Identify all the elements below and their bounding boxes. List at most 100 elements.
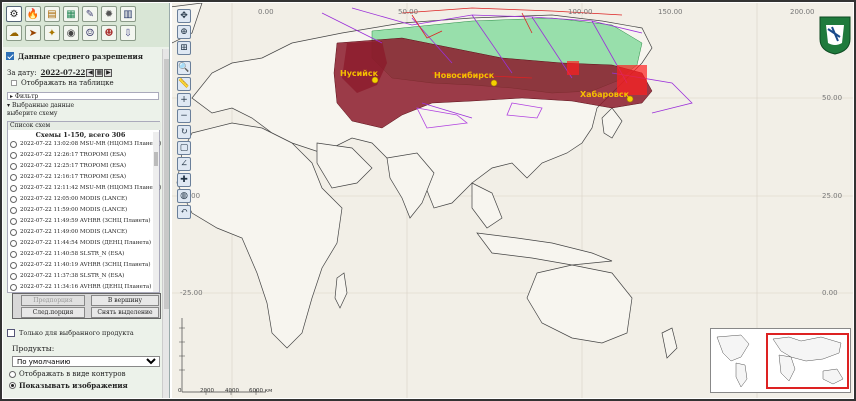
list-item-radio[interactable]	[10, 195, 17, 203]
zoom-out-icon[interactable]: −	[177, 109, 191, 123]
line-tool-icon[interactable]: ∠	[177, 157, 191, 171]
australia-outline	[526, 264, 633, 344]
zoom-in-icon[interactable]: 🔍	[177, 61, 191, 75]
list-item[interactable]: 2022-07-22 11:37:38 SLSTR_N (ESA)	[10, 271, 124, 281]
wrench-icon[interactable]: ⚙	[6, 6, 22, 22]
hotspot-cluster-mid	[567, 61, 579, 75]
list-item-radio[interactable]	[10, 140, 17, 148]
madagascar-outline	[334, 272, 348, 309]
group-icon[interactable]: ☻	[101, 25, 117, 41]
list-item-radio[interactable]	[10, 206, 17, 214]
scale-tick: 6000 км	[249, 388, 273, 394]
route-icon[interactable]: ✦	[44, 25, 60, 41]
overview-map[interactable]	[710, 328, 851, 393]
settings-icon[interactable]: ✹	[101, 6, 117, 22]
list-item[interactable]: 2022-07-22 11:44:54 MODIS (ДЕНЦ Планета)	[10, 238, 151, 248]
scale-bar	[179, 318, 266, 395]
list-scrollbar[interactable]	[153, 132, 159, 292]
ruler-icon[interactable]: 📏	[177, 77, 191, 91]
list-item-label: 2022-07-22 12:25:17 TROPOMI (ESA)	[20, 163, 127, 169]
collapse-icon: ▾	[7, 102, 11, 109]
panel-scrollbar[interactable]	[162, 49, 169, 398]
list-item-radio[interactable]	[10, 184, 17, 192]
list-item-radio[interactable]	[10, 283, 17, 291]
selected-data-row[interactable]: ▾ Выбранные данные	[7, 102, 74, 109]
list-item[interactable]: 2022-07-22 11:49:00 MODIS (LANCE)	[10, 227, 127, 237]
date-next-button[interactable]: ▶	[104, 68, 113, 77]
refresh-icon[interactable]: ↻	[177, 125, 191, 139]
download-icon[interactable]: ⇩	[120, 25, 136, 41]
pan-icon[interactable]: ✥	[177, 9, 191, 23]
prev-portion-button[interactable]: Предпорция	[21, 295, 85, 306]
japan-outline	[601, 107, 623, 139]
fire-icon[interactable]: 🔥	[25, 6, 41, 22]
next-portion-button[interactable]: След.порция	[21, 307, 85, 318]
list-item[interactable]: 2022-07-22 11:34:16 AVHRR (ДЕНЦ Планета)	[10, 282, 151, 292]
images-radio[interactable]	[9, 382, 16, 389]
select-icon[interactable]: ▢	[177, 141, 191, 155]
list-item-radio[interactable]	[10, 217, 17, 225]
logo-emblem	[819, 16, 851, 55]
list-item-radio[interactable]	[10, 272, 17, 280]
list-item-radio[interactable]	[10, 173, 17, 181]
section-checkbox[interactable]	[6, 52, 14, 60]
contours-radio[interactable]	[9, 370, 16, 378]
expand-icon: ▸	[10, 92, 14, 100]
list-item-radio[interactable]	[10, 239, 17, 247]
overview-viewport-box[interactable]	[766, 333, 849, 389]
list-item[interactable]: 2022-07-22 11:40:58 SLSTR_N (ESA)	[10, 249, 124, 259]
list-item-label: 2022-07-22 11:40:58 SLSTR_N (ESA)	[20, 251, 125, 257]
layers-icon[interactable]: ▤	[44, 6, 60, 22]
zoom-in-plus-icon[interactable]: +	[177, 93, 191, 107]
select-scheme-row: выберите схему	[7, 110, 57, 117]
panel-scroll-thumb[interactable]	[164, 59, 169, 309]
list-item-radio[interactable]	[10, 261, 17, 269]
list-item[interactable]: 2022-07-22 12:05:00 MODIS (LANCE)	[10, 194, 127, 204]
list-item[interactable]: 2022-07-22 12:16:17 TROPOMI (ESA)	[10, 172, 126, 182]
products-label: Продукты:	[12, 344, 55, 353]
map-icon[interactable]: ▦	[63, 6, 79, 22]
globe-icon[interactable]: ◍	[177, 189, 191, 203]
clear-selection-button[interactable]: Снять выделение	[91, 307, 159, 318]
cloud-icon[interactable]: ☁	[6, 25, 22, 41]
products-select[interactable]: По умолчанию	[12, 356, 160, 367]
undo-icon[interactable]: ↶	[177, 205, 191, 219]
globe-small-icon[interactable]: ◉	[63, 25, 79, 41]
list-item-label: 2022-07-22 11:49:59 AVHRR (ЗСНЦ Планета)	[20, 218, 151, 224]
list-item[interactable]: 2022-07-22 12:25:17 TROPOMI (ESA)	[10, 161, 126, 171]
list-item[interactable]: 2022-07-22 11:59:00 MODIS (LANCE)	[10, 205, 127, 215]
list-item-label: 2022-07-22 12:11:42 MSU-MR (НЦОМЗ Планет…	[20, 185, 162, 191]
list-scroll-thumb[interactable]	[154, 152, 158, 166]
date-calendar-button[interactable]: ▦	[95, 68, 104, 77]
show-table-checkbox[interactable]	[11, 80, 17, 86]
only-selected-checkbox[interactable]	[7, 329, 15, 337]
list-item[interactable]: 2022-07-22 12:11:42 MSU-MR (НЦОМЗ Планет…	[10, 183, 161, 193]
filter-bar[interactable]: ▸ Фильтр	[7, 92, 159, 100]
only-selected-row: Только для выбранного продукта	[7, 329, 134, 337]
user-icon[interactable]: ☺	[82, 25, 98, 41]
lat-label: 50.00	[822, 94, 843, 102]
list-item-radio[interactable]	[10, 250, 17, 258]
list-item-label: 2022-07-22 12:26:17 TROPOMI (ESA)	[20, 152, 127, 158]
date-prev-button[interactable]: ◀	[86, 68, 95, 77]
city-marker-2[interactable]	[490, 79, 498, 87]
table-icon[interactable]: ▥	[120, 6, 136, 22]
list-item-radio[interactable]	[10, 151, 17, 159]
date-value[interactable]: 2022-07-22	[41, 68, 86, 77]
list-item-label: 2022-07-22 11:37:38 SLSTR_N (ESA)	[20, 273, 125, 279]
zoom-region-icon[interactable]: ⊕	[177, 25, 191, 39]
tag-icon[interactable]: ➤	[25, 25, 41, 41]
list-item[interactable]: 2022-07-22 11:40:19 AVHRR (ЗСНЦ Планета)	[10, 260, 151, 270]
select-scheme-label: выберите схему	[7, 110, 58, 117]
marker-icon[interactable]: ✚	[177, 173, 191, 187]
list-item-label: 2022-07-22 11:40:19 AVHRR (ЗСНЦ Планета)	[20, 262, 151, 268]
list-item-radio[interactable]	[10, 162, 17, 170]
tools-icon[interactable]: ✎	[82, 6, 98, 22]
list-item[interactable]: 2022-07-22 11:49:59 AVHRR (ЗСНЦ Планета)	[10, 216, 151, 226]
arabia-outline	[316, 142, 373, 189]
list-item[interactable]: 2022-07-22 13:02:08 MSU-MR (НЦОМЗ Планет…	[10, 139, 161, 149]
zoom-extent-icon[interactable]: ⊞	[177, 41, 191, 55]
to-top-button[interactable]: В вершину	[91, 295, 159, 306]
list-item[interactable]: 2022-07-22 12:26:17 TROPOMI (ESA)	[10, 150, 126, 160]
list-item-radio[interactable]	[10, 228, 17, 236]
